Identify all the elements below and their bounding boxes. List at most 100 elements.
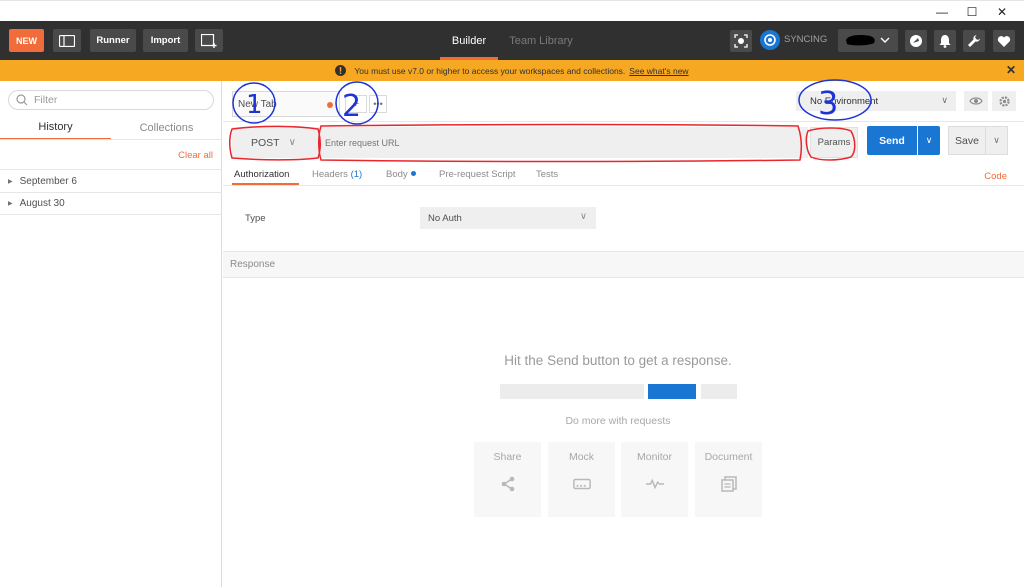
search-icon [16, 94, 28, 106]
bell-icon [939, 35, 951, 48]
subtabs-divider [223, 185, 1024, 186]
settings-button[interactable] [963, 30, 985, 52]
tab-builder[interactable]: Builder [440, 21, 498, 60]
chevron-down-icon: ∨ [993, 135, 1000, 145]
sync-status-button[interactable] [760, 30, 780, 50]
environment-value: No Environment [810, 95, 879, 107]
window-titlebar: — ☐ ✕ [0, 0, 1024, 21]
tab-collections[interactable]: Collections [111, 116, 222, 140]
history-group-label: September 6 [19, 175, 77, 187]
share-icon [499, 475, 517, 493]
history-group[interactable]: ▶ September 6 [0, 169, 222, 192]
send-options-button[interactable]: ∨ [918, 126, 940, 155]
card-label: Document [704, 451, 753, 463]
tab-history[interactable]: History [0, 116, 111, 140]
sync-status-label: SYNCING [784, 34, 828, 45]
tab-headers[interactable]: Headers (1) [312, 169, 362, 180]
maximize-button[interactable]: ☐ [955, 1, 989, 22]
share-card[interactable]: Share [474, 442, 541, 517]
tab-body-label: Body [386, 169, 408, 180]
headers-count-badge: (1) [350, 169, 363, 180]
tab-team-library[interactable]: Team Library [505, 21, 577, 60]
tab-body[interactable]: Body [386, 169, 416, 180]
tab-headers-label: Headers [312, 169, 348, 180]
warning-icon [335, 65, 347, 76]
gear-icon [998, 95, 1010, 107]
chevron-down-icon: ∨ [941, 95, 948, 105]
eye-icon [969, 97, 983, 105]
sidebar-icon [59, 34, 75, 47]
tab-tests[interactable]: Tests [536, 169, 558, 180]
chevron-down-icon: ∨ [925, 135, 933, 145]
params-button[interactable]: Params [810, 127, 858, 158]
skeleton-bar [500, 384, 644, 399]
tab-authorization[interactable]: Authorization [234, 169, 289, 180]
environment-quick-look-button[interactable] [964, 91, 988, 111]
close-window-button[interactable]: ✕ [985, 1, 1019, 22]
auth-type-value: No Auth [428, 212, 462, 224]
satellite-icon [910, 35, 922, 47]
card-label: Monitor [636, 451, 672, 463]
document-card[interactable]: Document [695, 442, 762, 517]
skeleton-bar-primary [648, 384, 696, 399]
import-button[interactable]: Import [143, 29, 188, 52]
method-value: POST [251, 136, 280, 149]
card-label: Mock [568, 451, 595, 463]
auth-type-label: Type [245, 213, 266, 224]
monitor-icon [645, 475, 664, 493]
new-window-button[interactable] [195, 29, 223, 52]
clear-all-link[interactable]: Clear all [178, 150, 213, 161]
do-more-heading: Do more with requests [565, 415, 671, 427]
monitor-card[interactable]: Monitor [621, 442, 688, 517]
notifications-button[interactable] [934, 30, 956, 52]
save-options-button[interactable]: ∨ [986, 126, 1008, 155]
sync-icon [764, 34, 776, 46]
new-tab-button[interactable]: + [345, 95, 367, 113]
skeleton-bar [701, 384, 737, 399]
update-banner: You must use v7.0 or higher to access yo… [0, 60, 1024, 81]
request-tab[interactable]: New Tab [232, 91, 340, 117]
filter-input[interactable]: Filter [8, 90, 214, 110]
avatar [846, 35, 890, 46]
send-button[interactable]: Send [867, 126, 917, 155]
capture-button[interactable] [905, 30, 927, 52]
new-button[interactable]: NEW [9, 29, 44, 52]
environment-select[interactable]: No Environment ∨ [796, 91, 956, 111]
request-tab-label: New Tab [238, 98, 277, 110]
tab-pre-request-script[interactable]: Pre-request Script [439, 169, 516, 180]
request-url-input[interactable] [321, 127, 808, 158]
history-group-label: August 30 [19, 198, 65, 209]
interceptor-icon [734, 34, 748, 48]
banner-link[interactable]: See what's new [629, 66, 688, 76]
more-tabs-button[interactable]: ••• [369, 95, 387, 113]
tabs-divider [223, 121, 1024, 122]
favorites-button[interactable] [993, 30, 1015, 52]
method-select[interactable]: POST ∨ [232, 127, 319, 158]
unsaved-dot [327, 102, 333, 108]
chevron-down-icon: ∨ [288, 137, 296, 148]
interceptor-button[interactable] [730, 30, 752, 52]
generate-code-link[interactable]: Code [984, 171, 1007, 182]
minimize-button[interactable]: — [925, 1, 959, 22]
new-window-icon [201, 33, 217, 48]
caret-right-icon: ▶ [8, 201, 13, 207]
banner-close-button[interactable]: ✕ [1006, 63, 1016, 77]
mock-icon [572, 475, 591, 493]
mock-card[interactable]: Mock [548, 442, 615, 517]
sidebar-divider [0, 139, 222, 140]
banner-message: You must use v7.0 or higher to access yo… [354, 65, 626, 76]
card-label: Share [493, 451, 522, 463]
auth-type-select[interactable]: No Auth ∨ [420, 207, 596, 229]
caret-right-icon: ▶ [8, 178, 13, 185]
runner-button[interactable]: Runner [90, 29, 136, 52]
wrench-icon [968, 35, 980, 47]
body-indicator-dot [410, 171, 416, 176]
user-menu-button[interactable] [838, 29, 898, 52]
history-group[interactable]: ▶ August 30 [0, 192, 222, 215]
save-button[interactable]: Save [948, 126, 986, 155]
manage-environments-button[interactable] [992, 91, 1016, 111]
sidebar: Filter History Collections Clear all ▶ S… [0, 81, 222, 587]
request-builder: New Tab + ••• No Environment ∨ POST ∨ Pa… [223, 81, 1024, 587]
toggle-sidebar-button[interactable] [53, 29, 81, 52]
filter-placeholder: Filter [34, 94, 58, 106]
